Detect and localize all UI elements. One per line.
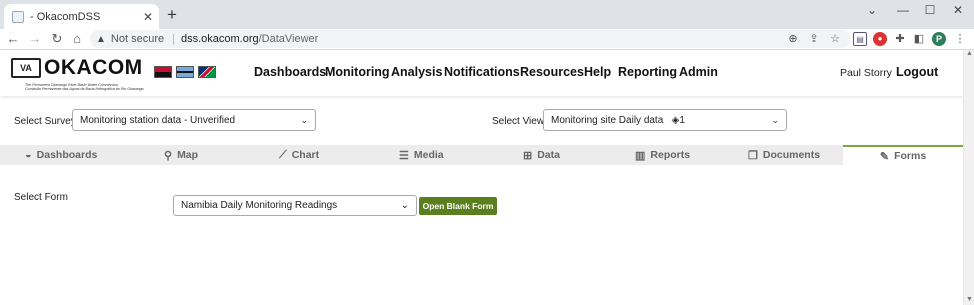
- angola-flag-icon: [154, 66, 172, 78]
- page-scrollbar[interactable]: ▲ ▼: [963, 50, 974, 305]
- reload-icon[interactable]: ↻: [50, 31, 64, 47]
- chevron-down-icon: ⌄: [771, 114, 779, 125]
- tab-reports[interactable]: ▥ Reports: [635, 145, 690, 165]
- extension-red-icon[interactable]: ●: [873, 32, 887, 46]
- tachometer-icon: ◒: [25, 149, 32, 161]
- scroll-down-icon[interactable]: ▼: [966, 296, 973, 303]
- side-panel-icon[interactable]: ◧: [912, 32, 926, 46]
- share-icon[interactable]: ⇪: [807, 32, 821, 46]
- tab-data[interactable]: ⊞ Data: [523, 145, 560, 165]
- browser-tab[interactable]: - OkacomDSS ✕: [4, 4, 159, 29]
- logo-text: OKACOM: [44, 56, 143, 79]
- view-badge: 1: [679, 114, 685, 126]
- open-blank-form-button[interactable]: Open Blank Form: [419, 197, 497, 215]
- user-name[interactable]: Paul Storry: [840, 67, 892, 79]
- site-header: VA OKACOM The Permanent Okavango River B…: [0, 50, 963, 96]
- list-icon: ☰: [399, 149, 409, 162]
- survey-label: Select Survey:: [14, 116, 79, 127]
- chevron-down-icon: ⌄: [400, 200, 409, 211]
- url-path: /DataViewer: [258, 33, 319, 45]
- page-favicon-icon: [12, 10, 24, 23]
- nav-help[interactable]: Help: [584, 65, 611, 79]
- nav-notifications[interactable]: Notifications: [444, 65, 520, 79]
- edit-icon: ✎: [879, 150, 890, 163]
- nav-dashboards[interactable]: Dashboards: [254, 65, 326, 79]
- url-host: dss.okacom.org: [180, 33, 259, 45]
- survey-select-value: Monitoring station data - Unverified: [80, 114, 236, 126]
- nav-monitoring[interactable]: Monitoring: [325, 65, 390, 79]
- close-window-icon[interactable]: ✕: [948, 3, 968, 17]
- zoom-icon[interactable]: ⊕: [786, 32, 800, 46]
- warning-triangle-icon: ▲: [96, 33, 106, 45]
- table-icon: ⊞: [523, 149, 533, 162]
- nav-reporting[interactable]: Reporting: [618, 65, 677, 79]
- form-label: Select Form: [14, 192, 68, 203]
- okacom-logo-mark: VA: [11, 58, 41, 78]
- nav-analysis[interactable]: Analysis: [391, 65, 442, 79]
- puzzle-extensions-icon[interactable]: ✚: [893, 32, 907, 46]
- logout-link[interactable]: Logout: [896, 65, 938, 79]
- bar-chart-icon: ▥: [635, 149, 646, 162]
- view-select[interactable]: Monitoring site Daily data ◈1 ⌄: [543, 109, 787, 131]
- okacom-logo[interactable]: VA OKACOM The Permanent Okavango River B…: [11, 56, 146, 91]
- forward-arrow-icon[interactable]: →: [28, 31, 42, 46]
- tab-search-chevron-icon[interactable]: ⌄: [862, 3, 882, 17]
- minimize-icon[interactable]: —: [893, 3, 913, 17]
- tab-media[interactable]: ☰ Media: [399, 145, 444, 165]
- tab-forms[interactable]: ✎ Forms: [843, 145, 963, 165]
- address-bar[interactable]: ▲ Not secure | dss.okacom.org /DataViewe…: [90, 30, 850, 48]
- scroll-up-icon[interactable]: ▲: [966, 50, 973, 57]
- extension-icon[interactable]: ▤: [853, 32, 867, 46]
- survey-select[interactable]: Monitoring station data - Unverified ⌄: [72, 109, 316, 131]
- back-arrow-icon[interactable]: ←: [6, 31, 20, 46]
- nav-admin[interactable]: Admin: [679, 65, 718, 79]
- view-select-value: Monitoring site Daily data ◈1: [551, 114, 685, 126]
- map-marker-icon: ⚲: [164, 149, 173, 162]
- view-label: Select View:: [492, 116, 547, 127]
- url-separator: |: [172, 33, 175, 45]
- tab-documents[interactable]: ❐ Documents: [748, 145, 820, 165]
- home-icon[interactable]: ⌂: [70, 31, 84, 46]
- form-select-value: Namibia Daily Monitoring Readings: [181, 200, 338, 211]
- documents-icon: ❐: [748, 149, 758, 162]
- new-tab-button[interactable]: +: [164, 5, 180, 25]
- close-tab-icon[interactable]: ✕: [143, 10, 153, 24]
- browser-toolbar: ← → ↻ ⌂ ▲ Not secure | dss.okacom.org /D…: [0, 29, 974, 50]
- browser-tab-title: - OkacomDSS: [30, 10, 101, 23]
- maximize-icon[interactable]: ☐: [920, 3, 940, 17]
- page-tabs: ◒ Dashboards ⚲ Map ⟋ Chart ☰ Media ⊞ Data ▥ Re…: [0, 145, 963, 165]
- chevron-down-icon: ⌄: [300, 114, 308, 125]
- tab-chart[interactable]: ⟋ Chart: [279, 145, 319, 165]
- line-chart-icon: ⟋: [279, 148, 287, 161]
- tab-dashboards[interactable]: ◒ Dashboards: [25, 145, 97, 165]
- nav-resources[interactable]: Resources: [520, 65, 584, 79]
- browser-tab-strip: - OkacomDSS ✕ + ⌄ — ☐ ✕: [0, 0, 974, 29]
- botswana-flag-icon: [176, 66, 194, 78]
- namibia-flag-icon: [198, 66, 216, 78]
- logo-subtitle-pt: Comissão Permanente das Águas da Bacia H…: [25, 87, 144, 91]
- form-select[interactable]: Namibia Daily Monitoring Readings ⌄: [173, 195, 417, 216]
- browser-menu-icon[interactable]: ⋮: [953, 32, 967, 46]
- not-secure-label: Not secure: [110, 33, 165, 45]
- profile-avatar[interactable]: P: [932, 32, 946, 46]
- tab-map[interactable]: ⚲ Map: [164, 145, 198, 165]
- bookmark-star-icon[interactable]: ☆: [828, 32, 842, 46]
